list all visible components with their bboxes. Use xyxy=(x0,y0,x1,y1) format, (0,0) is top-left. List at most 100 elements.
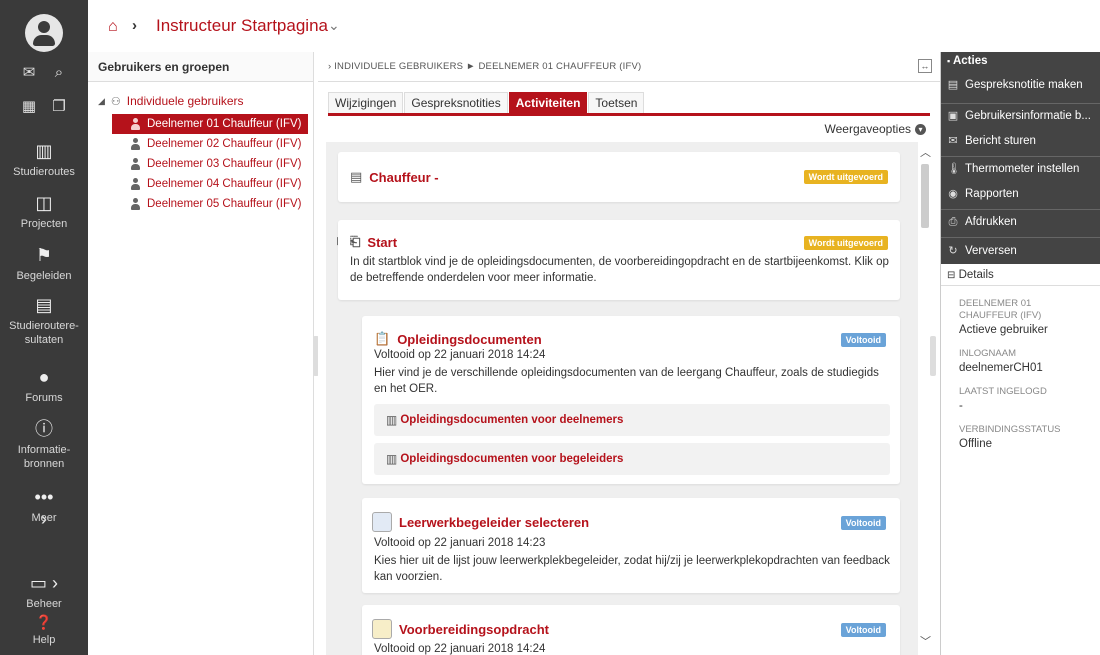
nav-label: Studieroutere-sultaten xyxy=(9,320,79,346)
user-item[interactable]: Deelnemer 01 Chauffeur (IFV) xyxy=(112,114,308,134)
books-icon: ▥ xyxy=(386,413,398,427)
chevron-down-icon: ▾ xyxy=(915,123,926,135)
action-user-info[interactable]: ▣ Gebruikersinformatie b... xyxy=(941,103,1100,128)
chevron-down-icon[interactable]: ﹀ xyxy=(920,633,931,649)
user-label: Deelnemer 04 Chauffeur (IFV) xyxy=(147,178,302,190)
users-panel-title: Gebruikers en groepen xyxy=(88,52,313,82)
action-thermometer[interactable]: 🌡 Thermometer instellen xyxy=(941,156,1100,181)
details-header[interactable]: ⊟ Details xyxy=(941,264,1100,286)
activity-title[interactable]: Voorbereidingsopdracht xyxy=(372,619,549,639)
activity-title-text: Leerwerkbegeleider selecteren xyxy=(399,514,590,530)
action-refresh[interactable]: ↻ Verversen xyxy=(941,237,1100,264)
user-item[interactable]: Deelnemer 04 Chauffeur (IFV) xyxy=(112,174,308,194)
users-panel: Gebruikers en groepen ◢ ⚇ Individuele ge… xyxy=(88,52,314,655)
info-icon: ⓘ xyxy=(35,419,53,439)
nav-meer[interactable]: ••• › Meer xyxy=(0,486,88,529)
activity-title[interactable]: ▤ Chauffeur - xyxy=(350,169,439,185)
activity-title[interactable]: 📋 Opleidingsdocumenten xyxy=(374,331,542,347)
books-icon: ▥ xyxy=(35,141,53,161)
tree-expand-icon[interactable]: ◢ xyxy=(98,96,105,107)
action-label: Thermometer instellen xyxy=(965,163,1080,175)
activity-card-select-supervisor: Leerwerkbegeleider selecteren Voltooid V… xyxy=(362,498,900,593)
user-item[interactable]: Deelnemer 02 Chauffeur (IFV) xyxy=(112,134,308,154)
center-panel: › INDIVIDUELE GEBRUIKERS ► DEELNEMER 01 … xyxy=(318,52,940,655)
chevron-up-icon[interactable]: ︿ xyxy=(920,144,931,160)
nav-beheer[interactable]: ▭ › Beheer xyxy=(0,572,88,611)
printer-icon: ⎙ xyxy=(948,216,958,228)
tab-wijzigingen[interactable]: Wijzigingen xyxy=(328,92,404,113)
tab-bar: Wijzigingen Gespreksnotities Activiteite… xyxy=(328,92,645,113)
expand-icon[interactable]: ↔ xyxy=(918,59,932,73)
status-badge: Voltooid xyxy=(840,333,886,347)
avatar[interactable] xyxy=(25,14,63,52)
nav-label: Help xyxy=(32,634,56,646)
activity-title[interactable]: ⎗ Start xyxy=(350,234,397,250)
action-create-note[interactable]: ▤ Gespreksnotitie maken xyxy=(941,72,1100,97)
user-label: Deelnemer 03 Chauffeur (IFV) xyxy=(147,158,302,170)
actions-title: Acties xyxy=(952,55,988,67)
clipboard-icon xyxy=(372,512,392,532)
action-label: Gespreksnotitie maken xyxy=(965,78,1083,91)
person-icon xyxy=(130,158,141,170)
nav-label: Beheer xyxy=(26,598,62,610)
help-icon: ❓ xyxy=(35,614,53,630)
nav-help[interactable]: ❓ Help xyxy=(0,614,88,647)
activity-title-text: Voorbereidingsopdracht xyxy=(399,621,549,637)
activity-card-chauffeur: ▤ Chauffeur - Wordt uitgevoerd xyxy=(338,152,900,202)
nav-forums[interactable]: ● Forums xyxy=(0,366,88,405)
copy-icon[interactable]: ❐ xyxy=(50,98,68,116)
scrollbar-thumb[interactable] xyxy=(921,164,929,228)
user-label: Deelnemer 05 Chauffeur (IFV) xyxy=(147,198,302,210)
actions-header[interactable]: ▪ Acties xyxy=(941,52,1100,72)
collapse-icon: ⊟ xyxy=(947,270,956,281)
user-label: Deelnemer 02 Chauffeur (IFV) xyxy=(147,138,302,150)
nav-label: Meer xyxy=(31,512,57,524)
bar-chart-icon: ▤ xyxy=(35,295,53,315)
activities-content: ▤ Chauffeur - Wordt uitgevoerd ⊟ ⎗ Start… xyxy=(326,142,918,655)
action-send-message[interactable]: ✉ Bericht sturen xyxy=(941,128,1100,153)
breadcrumb: › INDIVIDUELE GEBRUIKERS ► DEELNEMER 01 … xyxy=(318,52,940,82)
tree-root-individual-users[interactable]: ◢ ⚇ Individuele gebruikers xyxy=(98,94,244,108)
action-reports[interactable]: ◉ Rapporten xyxy=(941,181,1100,206)
completed-date: Voltooid op 22 januari 2018 14:24 xyxy=(374,349,546,361)
details-title: Details xyxy=(958,269,994,281)
note-icon: ▤ xyxy=(947,78,959,91)
activity-title-text: Opleidingsdocumenten xyxy=(397,331,542,347)
completed-date: Voltooid op 22 januari 2018 14:24 xyxy=(374,643,546,655)
chevron-down-icon[interactable]: ⌄ xyxy=(328,17,340,34)
nav-studieroutes[interactable]: ▥ Studieroutes xyxy=(0,140,88,179)
nav-studieroute-resultaten[interactable]: ▤ Studieroutere-sultaten xyxy=(0,294,88,347)
sublink-docs-supervisors[interactable]: ▥ Opleidingsdocumenten voor begeleiders xyxy=(374,443,890,475)
view-options-button[interactable]: Weergaveopties ▾ xyxy=(825,122,926,136)
completed-date: Voltooid op 22 januari 2018 14:23 xyxy=(374,537,546,549)
detail-label: DEELNEMER 01 CHAUFFEUR (IFV) xyxy=(959,298,1042,321)
nav-begeleiden[interactable]: ⚑ Begeleiden xyxy=(0,244,88,283)
breadcrumb-chevron-icon: › xyxy=(132,17,137,34)
panel-splitter-right[interactable] xyxy=(930,336,936,376)
tab-activiteiten[interactable]: Activiteiten xyxy=(508,92,588,113)
search-icon[interactable]: ⌕ xyxy=(50,64,68,82)
tab-toetsen[interactable]: Toetsen xyxy=(588,92,645,113)
mail-icon[interactable]: ✉ xyxy=(20,64,38,82)
sublink-docs-participants[interactable]: ▥ Opleidingsdocumenten voor deelnemers xyxy=(374,404,890,436)
detail-value: deelnemerCH01 xyxy=(959,362,1043,374)
calendar-icon[interactable]: ▦ xyxy=(20,98,38,116)
user-card-icon: ▣ xyxy=(947,110,959,122)
signpost-icon: ⚑ xyxy=(35,245,53,265)
nav-projecten[interactable]: ◫ Projecten xyxy=(0,192,88,231)
action-print[interactable]: ⎙ Afdrukken xyxy=(941,209,1100,234)
tab-gespreksnotities[interactable]: Gespreksnotities xyxy=(404,92,508,113)
reports-icon: ◉ xyxy=(948,187,958,200)
nav-informatiebronnen[interactable]: ⓘ Informatie-bronnen xyxy=(0,418,88,471)
user-item[interactable]: Deelnemer 03 Chauffeur (IFV) xyxy=(112,154,308,174)
vertical-scrollbar[interactable]: ︿ ﹀ xyxy=(918,144,932,655)
status-badge: Wordt uitgevoerd xyxy=(803,170,888,184)
home-icon[interactable]: ⌂ xyxy=(108,18,118,36)
action-label: Bericht sturen xyxy=(965,134,1036,147)
chat-bubble-icon: ● xyxy=(38,367,50,387)
nav-icon-row-1: ✉ ⌕ xyxy=(0,64,88,82)
activity-title[interactable]: Leerwerkbegeleider selecteren xyxy=(372,512,589,532)
user-item[interactable]: Deelnemer 05 Chauffeur (IFV) xyxy=(112,194,308,214)
tab-underline xyxy=(328,113,930,116)
tree-root-label: Individuele gebruikers xyxy=(126,94,244,108)
